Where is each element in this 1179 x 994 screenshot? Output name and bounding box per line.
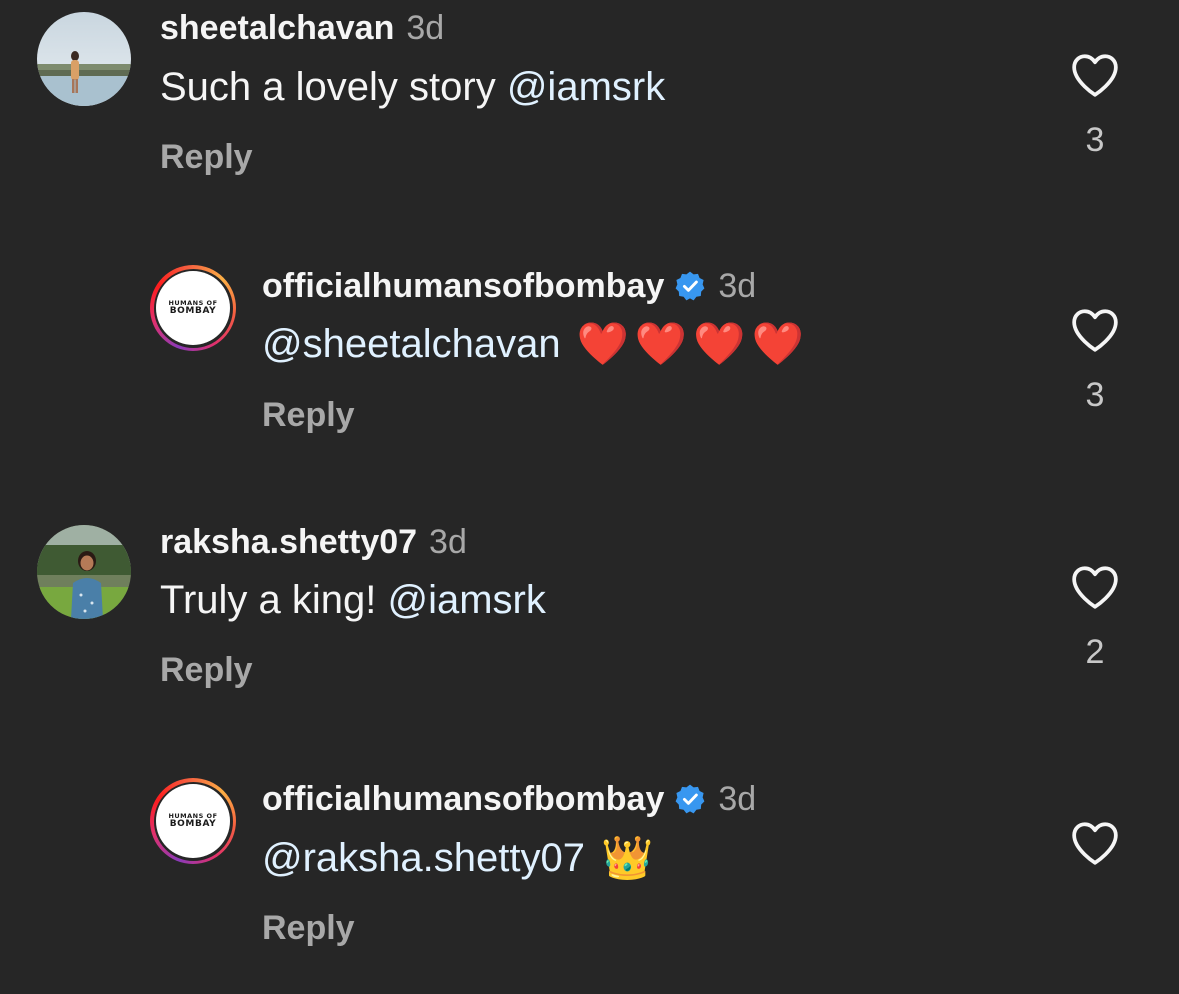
comment-text: Truly a king! @iamsrk bbox=[160, 576, 546, 624]
heart-outline-icon[interactable] bbox=[1070, 564, 1120, 610]
username[interactable]: sheetalchavan bbox=[160, 8, 394, 48]
mention-link[interactable]: @sheetalchavan bbox=[262, 320, 561, 368]
like-count: 3 bbox=[1085, 121, 1105, 159]
avatar[interactable]: HUMANS OF BOMBAY bbox=[150, 265, 236, 351]
username[interactable]: raksha.shetty07 bbox=[160, 522, 417, 562]
reply-button[interactable]: Reply bbox=[262, 908, 355, 948]
timestamp: 3d bbox=[718, 267, 757, 305]
like-button[interactable] bbox=[1067, 820, 1123, 888]
timestamp: 3d bbox=[718, 780, 757, 818]
mention-link[interactable]: @iamsrk bbox=[507, 63, 665, 111]
timestamp: 3d bbox=[429, 523, 467, 561]
mention-link[interactable]: @iamsrk bbox=[388, 576, 546, 624]
crown-emoji: 👑 bbox=[601, 834, 654, 881]
comment-text: Such a lovely story @iamsrk bbox=[160, 63, 665, 111]
comment-body: Such a lovely story bbox=[160, 65, 496, 109]
username[interactable]: officialhumansofbombay bbox=[262, 779, 664, 819]
comment-body: Truly a king! bbox=[160, 578, 377, 622]
verified-badge-icon bbox=[675, 271, 705, 301]
comment-header: sheetalchavan 3d bbox=[160, 8, 444, 48]
reply-button[interactable]: Reply bbox=[262, 395, 355, 435]
humans-of-bombay-logo: HUMANS OF BOMBAY bbox=[156, 271, 230, 345]
humans-of-bombay-logo: HUMANS OF BOMBAY bbox=[156, 784, 230, 858]
reply-button[interactable]: Reply bbox=[160, 137, 253, 177]
heart-outline-icon[interactable] bbox=[1070, 52, 1120, 98]
like-count: 2 bbox=[1085, 633, 1105, 671]
timestamp: 3d bbox=[406, 9, 445, 47]
username[interactable]: officialhumansofbombay bbox=[262, 266, 664, 306]
avatar[interactable] bbox=[37, 525, 131, 619]
comment-header: officialhumansofbombay 3d bbox=[262, 266, 756, 306]
mention-link[interactable]: @raksha.shetty07 bbox=[262, 834, 585, 882]
comment-header: raksha.shetty07 3d bbox=[160, 522, 467, 562]
avatar[interactable] bbox=[37, 12, 131, 106]
comment-text: @sheetalchavan ❤️❤️❤️❤️ bbox=[262, 320, 810, 368]
heart-outline-icon[interactable] bbox=[1070, 820, 1120, 866]
verified-badge-icon bbox=[675, 784, 705, 814]
heart-emoji: ❤️❤️❤️❤️ bbox=[576, 320, 810, 367]
avatar[interactable]: HUMANS OF BOMBAY bbox=[150, 778, 236, 864]
comment-text: @raksha.shetty07 👑 bbox=[262, 834, 653, 882]
heart-outline-icon[interactable] bbox=[1070, 307, 1120, 353]
like-button[interactable]: 2 bbox=[1067, 564, 1123, 672]
like-button[interactable]: 3 bbox=[1067, 307, 1123, 415]
comment-header: officialhumansofbombay 3d bbox=[262, 779, 756, 819]
reply-button[interactable]: Reply bbox=[160, 650, 253, 690]
like-button[interactable]: 3 bbox=[1067, 52, 1123, 160]
like-count: 3 bbox=[1085, 376, 1105, 414]
